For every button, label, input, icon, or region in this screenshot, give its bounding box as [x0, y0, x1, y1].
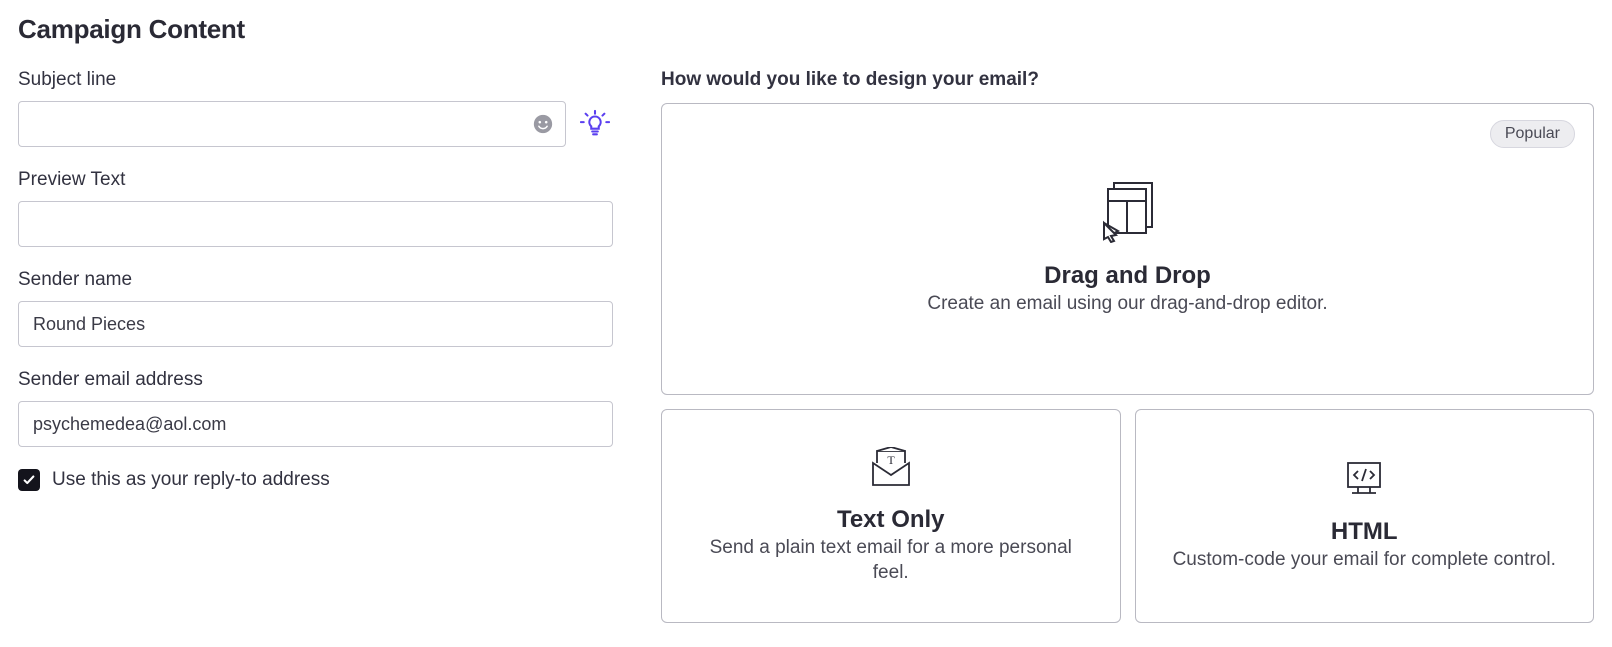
popular-badge: Popular [1490, 120, 1575, 148]
card-title: HTML [1331, 518, 1398, 546]
card-desc: Custom-code your email for complete cont… [1173, 548, 1556, 573]
card-title: Text Only [837, 506, 945, 534]
card-desc: Create an email using our drag-and-drop … [927, 292, 1327, 317]
page-title: Campaign Content [18, 14, 1594, 45]
text-only-icon: T [869, 447, 913, 492]
html-icon [1342, 459, 1386, 504]
subject-line-input[interactable] [18, 101, 566, 147]
card-desc: Send a plain text email for a more perso… [690, 536, 1092, 585]
emoji-icon[interactable] [532, 113, 554, 135]
drag-drop-icon [1100, 181, 1156, 248]
svg-text:T: T [887, 453, 895, 467]
lightbulb-icon[interactable] [580, 109, 610, 139]
design-column: How would you like to design your email?… [661, 69, 1594, 623]
sender-name-input[interactable] [18, 301, 613, 347]
subject-line-label: Subject line [18, 69, 613, 91]
reply-to-checkbox-label: Use this as your reply-to address [52, 469, 330, 491]
sender-name-label: Sender name [18, 269, 613, 291]
sender-email-input[interactable] [18, 401, 613, 447]
sender-email-label: Sender email address [18, 369, 613, 391]
design-option-text-only[interactable]: T Text Only Send a plain text email for … [661, 409, 1121, 623]
design-option-html[interactable]: HTML Custom-code your email for complete… [1135, 409, 1595, 623]
reply-to-checkbox[interactable] [18, 469, 40, 491]
card-title: Drag and Drop [1044, 262, 1211, 290]
design-option-drag-and-drop[interactable]: Popular Drag and Drop Create an email us… [661, 103, 1594, 395]
form-column: Subject line Preview Text [18, 69, 613, 491]
preview-text-input[interactable] [18, 201, 613, 247]
preview-text-label: Preview Text [18, 169, 613, 191]
design-heading: How would you like to design your email? [661, 69, 1594, 91]
